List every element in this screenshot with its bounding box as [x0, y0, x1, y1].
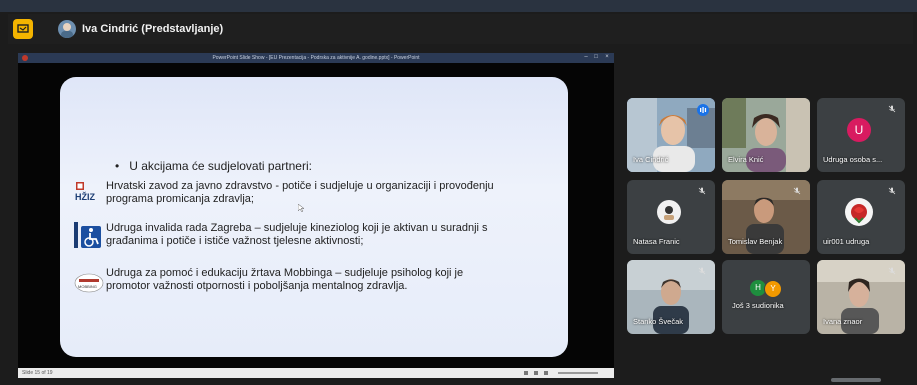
- slide-counter: Slide 15 of 19: [22, 370, 53, 376]
- participant-tile-elvira-knic[interactable]: Elvira Knić: [722, 98, 810, 172]
- mic-off-icon: [793, 187, 801, 195]
- participant-name: Tomislav Benjak: [728, 237, 783, 246]
- participant-tile-tomislav-benjak[interactable]: Tomislav Benjak: [722, 180, 810, 254]
- window-frame: [0, 0, 917, 12]
- hziz-logo: HŽIZ: [74, 181, 102, 205]
- wheelchair-icon: [74, 220, 102, 250]
- participant-tile-udruga-osoba[interactable]: U Udruga osoba s...: [817, 98, 905, 172]
- mic-off-icon: [888, 187, 896, 195]
- participant-name: uir001 udruga: [823, 237, 870, 246]
- reading-view-icon[interactable]: [544, 371, 548, 375]
- mic-off-icon: [698, 267, 706, 275]
- mic-off-icon: [888, 267, 896, 275]
- close-icon[interactable]: ×: [603, 54, 611, 61]
- zoom-slider[interactable]: [558, 372, 598, 374]
- participant-name: Iva Cindrić: [633, 155, 669, 164]
- partner-text-mobbing: Udruga za pomoć i edukaciju žrtava Mobbi…: [106, 267, 464, 292]
- scrollbar[interactable]: [831, 378, 881, 382]
- participant-avatar: U: [847, 118, 871, 142]
- mic-off-icon: [698, 187, 706, 195]
- participant-name: Ivana znaor: [823, 317, 863, 326]
- participant-tile-iva-cindric[interactable]: Iva Cindrić: [627, 98, 715, 172]
- powerpoint-app-icon: [22, 55, 28, 61]
- mic-off-icon: [888, 105, 896, 113]
- slide: • U akcijama će sudjelovati partneri: HŽ…: [60, 77, 568, 357]
- participant-name: Elvira Knić: [728, 155, 764, 164]
- participant-name: Natasa Franic: [633, 237, 680, 246]
- powerpoint-statusbar: Slide 15 of 19: [18, 368, 614, 378]
- presentation-icon[interactable]: [13, 19, 33, 39]
- participant-tile-uir001-udruga[interactable]: uir001 udruga: [817, 180, 905, 254]
- slide-bullet: • U akcijama će sudjelovati partneri:: [115, 159, 312, 173]
- mobbing-logo: MOBBING: [74, 273, 104, 293]
- participant-tile-others[interactable]: H Y Još 3 sudionika: [722, 260, 810, 334]
- maximize-icon[interactable]: □: [592, 54, 600, 61]
- partner-text-uirz: Udruga invalida rada Zagreba – sudjeluje…: [106, 222, 488, 247]
- participant-tile-ivana-znaor[interactable]: Ivana znaor: [817, 260, 905, 334]
- participant-avatar: [657, 200, 681, 224]
- participant-tile-natasa-franic[interactable]: Natasa Franic: [627, 180, 715, 254]
- powerpoint-titlebar: PowerPoint Slide Show - [EU Prezentacija…: [18, 53, 614, 63]
- slide-sorter-icon[interactable]: [534, 371, 538, 375]
- svg-text:HŽIZ: HŽIZ: [75, 191, 95, 202]
- partner-text-hziz: Hrvatski zavod za javno zdravstvo - poti…: [106, 180, 494, 205]
- presenter-avatar: [58, 20, 76, 38]
- speaking-icon: [697, 104, 709, 116]
- svg-text:MOBBING: MOBBING: [78, 284, 97, 289]
- slide-stage: • U akcijama će sudjelovati partneri: HŽ…: [18, 63, 614, 368]
- minimize-icon[interactable]: –: [582, 54, 590, 61]
- mouse-cursor-icon: [297, 199, 305, 213]
- participant-name: Još 3 sudionika: [732, 301, 784, 310]
- participant-name: Stanko Švečak: [633, 317, 684, 326]
- participant-avatar: Y: [764, 280, 782, 298]
- participant-avatar: [845, 198, 873, 226]
- powerpoint-title: PowerPoint Slide Show - [EU Prezentacija…: [212, 55, 420, 61]
- normal-view-icon[interactable]: [524, 371, 528, 375]
- participant-name: Udruga osoba s...: [823, 155, 883, 164]
- presenter-label: Iva Cindrić (Predstavljanje): [82, 23, 224, 35]
- participant-tile-stanko-svecak[interactable]: Stanko Švečak: [627, 260, 715, 334]
- shared-screen-window: PowerPoint Slide Show - [EU Prezentacija…: [18, 53, 614, 378]
